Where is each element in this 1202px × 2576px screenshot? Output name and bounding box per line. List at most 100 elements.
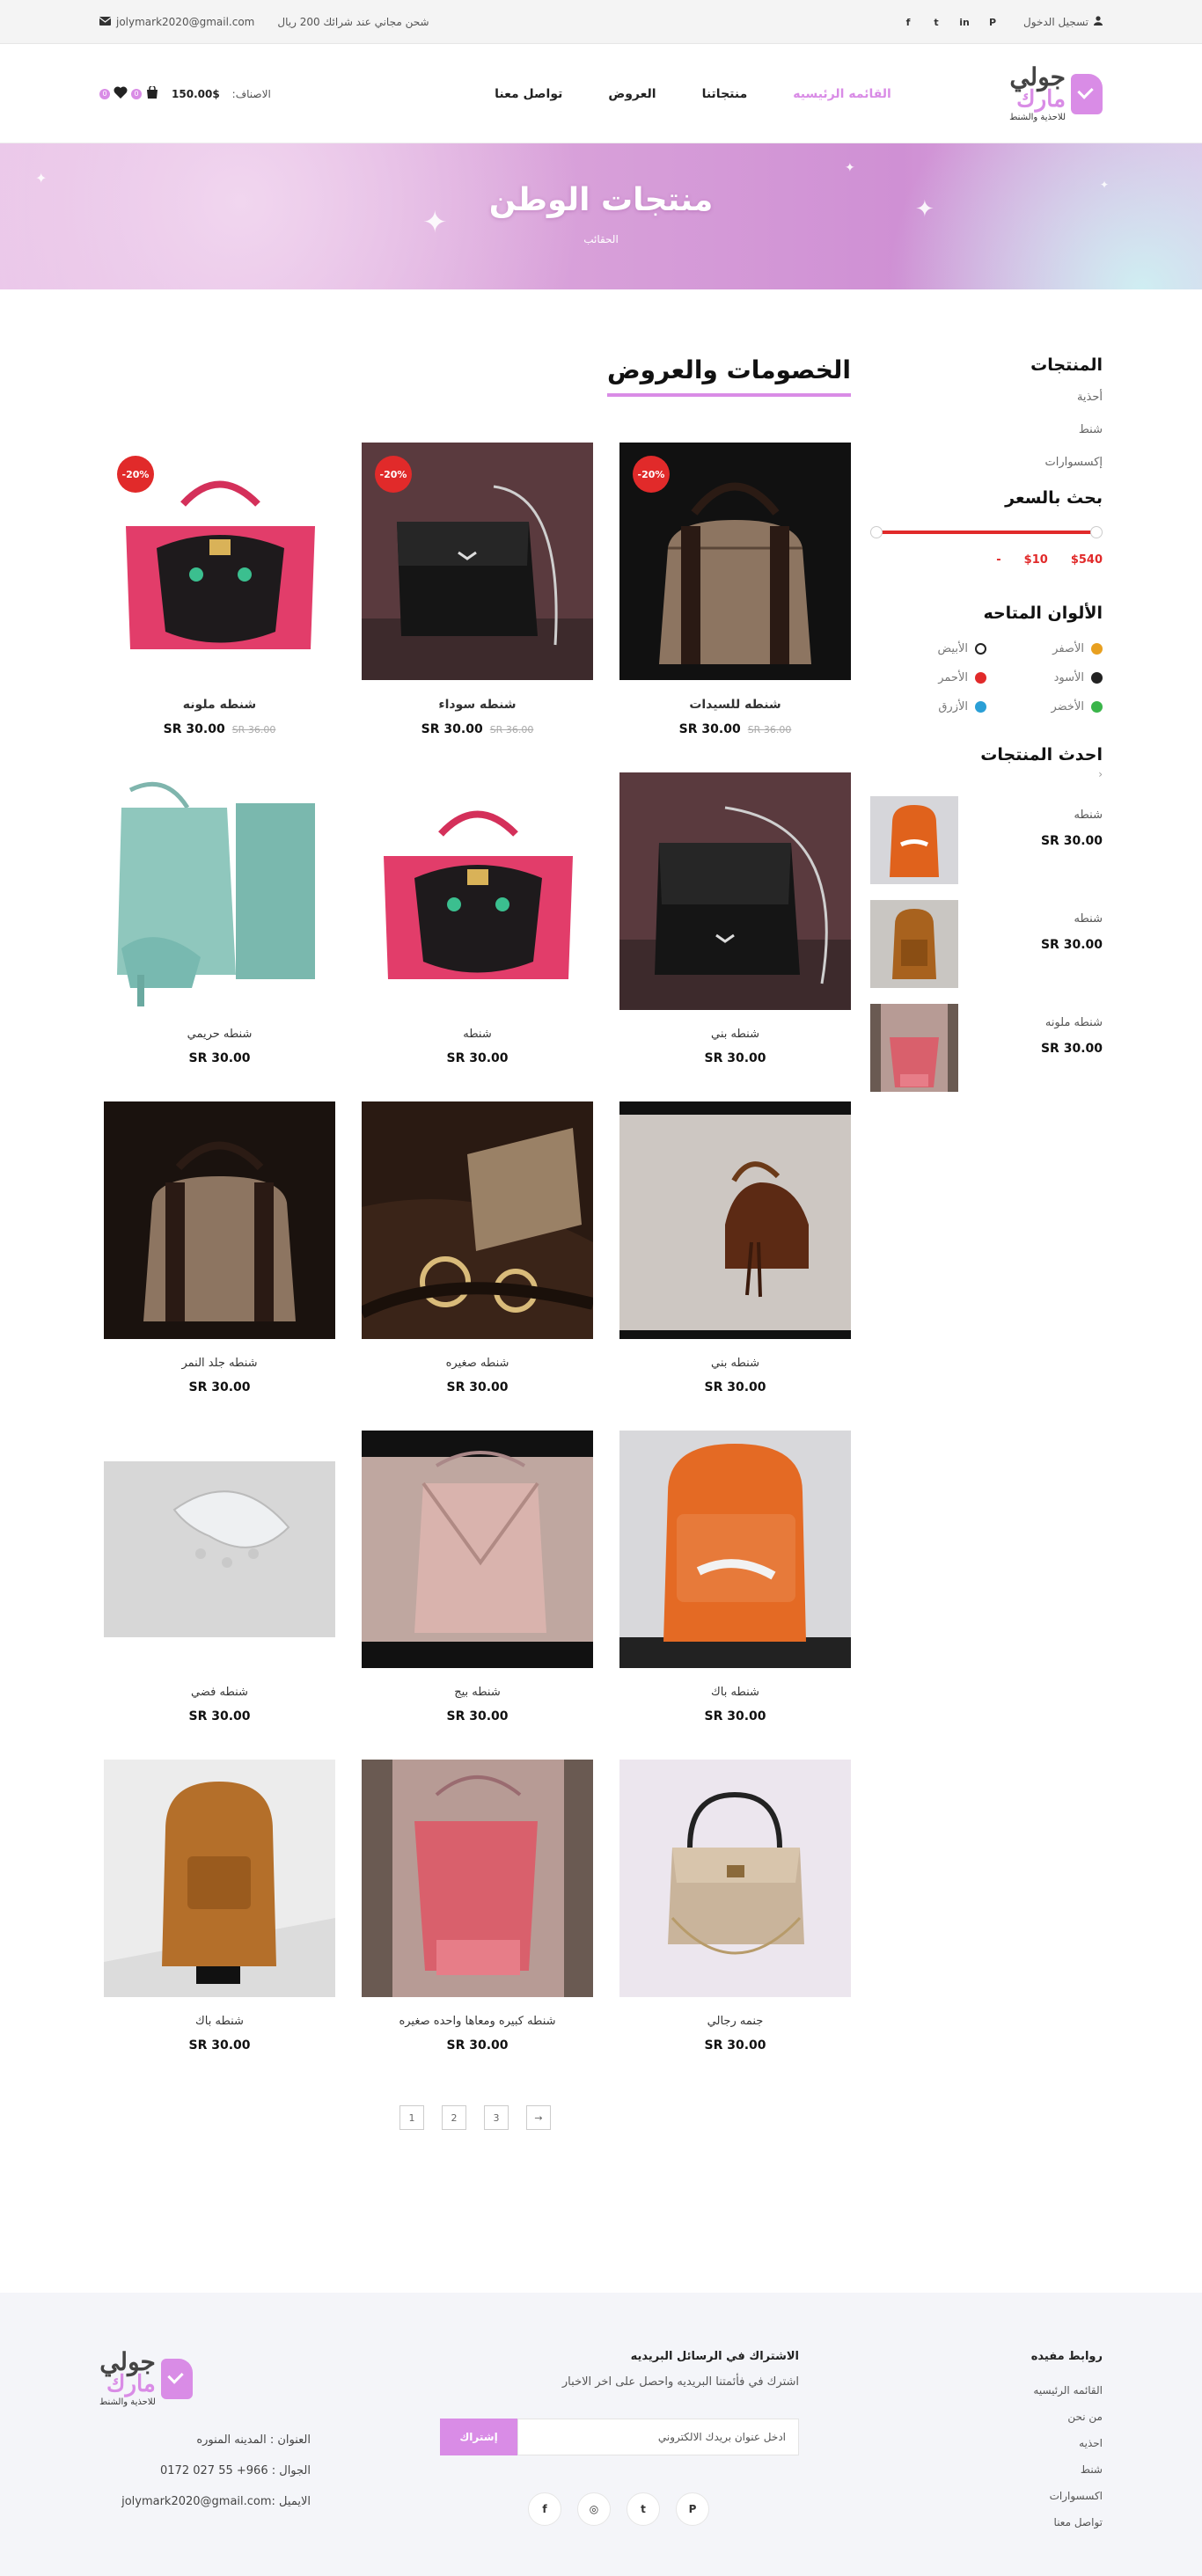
instagram-icon[interactable]: ◎ (577, 2492, 611, 2526)
price-min-handle[interactable] (1090, 526, 1103, 538)
product-name[interactable]: شنطه فضي (104, 1686, 335, 1699)
product-name[interactable]: شنطه (362, 1028, 593, 1041)
pinterest-icon[interactable]: P (676, 2492, 709, 2526)
product-name[interactable]: شنطه حريمي (104, 1028, 335, 1041)
category-accessories[interactable]: إكسسوارات (870, 456, 1103, 469)
category-bags[interactable]: شنط (870, 423, 1103, 436)
product-name[interactable]: شنطه كبيره ومعاها واحده صغيره (362, 2015, 593, 2028)
product-name[interactable]: شنطه باك (619, 1686, 851, 1699)
product-image[interactable]: -20% (104, 443, 335, 680)
cart-bag-icon[interactable] (145, 84, 159, 101)
nav-products[interactable]: منتجاتنا (702, 87, 748, 101)
product-image[interactable] (362, 1760, 593, 1997)
price-range-slider[interactable] (870, 523, 1103, 541)
product-card[interactable]: شنطه باك SR 30.00 (104, 1760, 335, 2053)
facebook-icon[interactable]: f (900, 14, 916, 30)
page-3-button[interactable]: 3 (484, 2105, 509, 2130)
wishlist-heart-icon[interactable] (114, 86, 128, 101)
nav-contact[interactable]: تواصل معنا (495, 87, 562, 101)
next-page-arrow-icon[interactable]: → (526, 2105, 551, 2130)
product-image[interactable] (619, 1431, 851, 1668)
color-swatch (1091, 701, 1103, 713)
color-option-green[interactable]: الأخضر (986, 700, 1103, 714)
nav-offers[interactable]: العروض (608, 87, 656, 101)
footer-link[interactable]: احذيه (927, 2437, 1103, 2449)
product-image[interactable] (104, 1431, 335, 1668)
product-card[interactable]: -20% شنطه سوداء SR 30.00 SR 36.00 (362, 443, 593, 736)
contact-email[interactable]: jolymark2020@gmail.com (99, 16, 254, 28)
footer-email[interactable]: الايميل :jolymark2020@gmail.com (99, 2495, 311, 2508)
product-card[interactable]: -20% شنطه للسيدات SR 30.00 SR 36.00 (619, 443, 851, 736)
product-image[interactable] (362, 772, 593, 1010)
site-logo[interactable]: جولي مارك للاحذية والشنط (1009, 65, 1103, 122)
product-card[interactable]: شنطه كبيره ومعاها واحده صغيره SR 30.00 (362, 1760, 593, 2053)
product-image[interactable] (362, 1101, 593, 1339)
product-name[interactable]: جنمه رجالي (619, 2015, 851, 2028)
facebook-icon[interactable]: f (528, 2492, 561, 2526)
price-max-handle[interactable] (870, 526, 883, 538)
breadcrumb[interactable]: الحقائب (0, 233, 1202, 245)
product-card[interactable]: شنطه فضي SR 30.00 (104, 1431, 335, 1723)
product-image[interactable] (104, 1760, 335, 1997)
product-card[interactable]: شنطه صغيره SR 30.00 (362, 1101, 593, 1394)
product-name[interactable]: شنطه للسيدات (619, 698, 851, 712)
product-card[interactable]: شنطه SR 30.00 (362, 772, 593, 1065)
color-swatch (975, 672, 986, 684)
latest-product-thumb[interactable] (870, 900, 958, 988)
nav-home[interactable]: القائمه الرئيسيه (793, 87, 891, 101)
latest-product[interactable]: شنطه SR 30.00 (870, 900, 1103, 988)
color-option-black[interactable]: الأسود (986, 671, 1103, 684)
product-name[interactable]: شنطه صغيره (362, 1357, 593, 1370)
product-name[interactable]: شنطه ملونه (104, 698, 335, 712)
product-card[interactable]: شنطه باك SR 30.00 (619, 1431, 851, 1723)
product-card[interactable]: -20% شنطه ملونه SR 30.00 SR 36.00 (104, 443, 335, 736)
footer-link[interactable]: القائمه الرئيسيه (927, 2384, 1103, 2397)
product-image[interactable] (619, 1760, 851, 1997)
latest-product-thumb[interactable] (870, 1004, 958, 1092)
product-name[interactable]: شنطه سوداء (362, 698, 593, 712)
product-card[interactable]: شنطه حريمي SR 30.00 (104, 772, 335, 1065)
footer-link[interactable]: تواصل معنا (927, 2516, 1103, 2528)
product-card[interactable]: شنطه بيج SR 30.00 (362, 1431, 593, 1723)
footer-link[interactable]: شنط (927, 2463, 1103, 2476)
footer-logo[interactable]: جولي مارك للاحذية والشنط (99, 2350, 311, 2407)
twitter-icon[interactable]: t (627, 2492, 660, 2526)
page-1-button[interactable]: 1 (399, 2105, 424, 2130)
color-option-white[interactable]: الأبيض (870, 642, 986, 655)
pinterest-icon[interactable]: P (985, 14, 1000, 30)
color-option-red[interactable]: الأحمر (870, 671, 986, 684)
product-price: SR 30.00 (446, 1380, 509, 1394)
product-image[interactable] (104, 772, 335, 1010)
twitter-icon[interactable]: t (928, 14, 944, 30)
product-name[interactable]: شنطه بيج (362, 1686, 593, 1699)
color-option-yellow[interactable]: الأصفر (986, 642, 1103, 655)
subscribe-button[interactable]: إشتراك (440, 2419, 517, 2455)
login-link[interactable]: تسجيل الدخول (1023, 16, 1103, 28)
product-image[interactable] (362, 1431, 593, 1668)
cart-widget[interactable]: الاصناف: 150.00$ 0 0 (99, 84, 271, 101)
product-card[interactable]: شنطه جلد النمر SR 30.00 (104, 1101, 335, 1394)
product-card[interactable]: شنطه بني SR 30.00 (619, 1101, 851, 1394)
footer-link[interactable]: اكسسوارات (927, 2490, 1103, 2502)
product-image[interactable]: -20% (619, 443, 851, 680)
chevron-left-icon[interactable]: ‹ (870, 768, 1103, 780)
product-image[interactable] (619, 1101, 851, 1339)
color-option-blue[interactable]: الأزرق (870, 700, 986, 714)
product-card[interactable]: شنطه بني SR 30.00 (619, 772, 851, 1065)
product-name[interactable]: شنطه جلد النمر (104, 1357, 335, 1370)
product-image[interactable] (104, 1101, 335, 1339)
product-image[interactable] (619, 772, 851, 1010)
category-shoes[interactable]: أحذية (870, 391, 1103, 404)
latest-product-thumb[interactable] (870, 796, 958, 884)
page-2-button[interactable]: 2 (442, 2105, 466, 2130)
product-name[interactable]: شنطه باك (104, 2015, 335, 2028)
product-card[interactable]: جنمه رجالي SR 30.00 (619, 1760, 851, 2053)
newsletter-email-input[interactable]: ادخل عنوان بريدك الالكتروني (517, 2419, 799, 2455)
product-name[interactable]: شنطه بني (619, 1357, 851, 1370)
latest-product[interactable]: شنطه ملونه SR 30.00 (870, 1004, 1103, 1092)
linkedin-icon[interactable]: in (956, 14, 972, 30)
footer-link[interactable]: من نحن (927, 2411, 1103, 2423)
product-name[interactable]: شنطه بني (619, 1028, 851, 1041)
latest-product[interactable]: شنطه SR 30.00 (870, 796, 1103, 884)
product-image[interactable]: -20% (362, 443, 593, 680)
